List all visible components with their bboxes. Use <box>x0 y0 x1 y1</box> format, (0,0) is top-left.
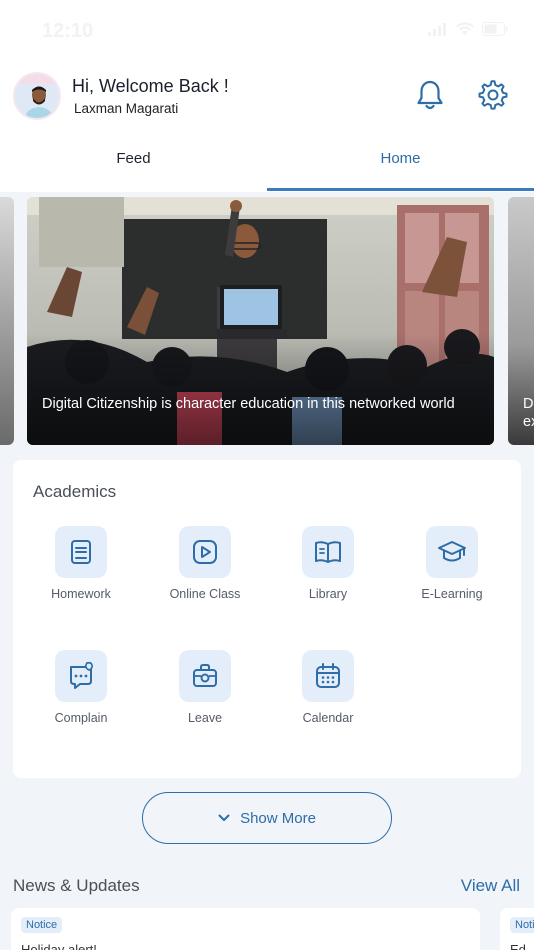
carousel-caption-next: D ex <box>523 396 534 430</box>
academics-item-homework[interactable]: Homework <box>26 526 136 601</box>
academics-item-calendar[interactable]: Calendar <box>273 650 383 725</box>
tab-home[interactable]: Home <box>267 150 534 167</box>
academics-section: Academics Homework Online Class Library … <box>13 460 521 778</box>
notification-bell-button[interactable] <box>415 79 445 111</box>
status-bar: 12:10 <box>0 0 534 60</box>
status-icons <box>428 22 508 36</box>
carousel-slide-previous[interactable] <box>0 197 14 445</box>
chevron-down-icon <box>218 814 230 821</box>
academics-item-label: Leave <box>187 711 223 725</box>
notice-badge: Notice <box>21 917 63 933</box>
academics-item-online-class[interactable]: Online Class <box>150 526 260 601</box>
show-more-button[interactable]: Show More <box>142 792 392 844</box>
academics-item-label: E-Learning <box>421 587 483 601</box>
carousel-slide-current[interactable]: Digital Citizenship is character educati… <box>27 197 494 445</box>
academics-item-label: Homework <box>51 587 111 601</box>
academics-item-label: Online Class <box>169 587 241 601</box>
academics-item-label: Library <box>308 587 348 601</box>
e-learning-icon <box>438 541 466 562</box>
calendar-icon <box>316 663 340 688</box>
active-tab-indicator <box>267 188 534 191</box>
bell-icon <box>417 80 443 110</box>
tab-feed[interactable]: Feed <box>0 150 267 167</box>
news-card-title: Ed <box>510 942 526 950</box>
news-card-title: Holiday alert! <box>21 942 97 950</box>
online-class-icon <box>193 540 217 564</box>
signal-icon <box>428 23 446 36</box>
leave-icon <box>193 664 217 687</box>
carousel-caption: Digital Citizenship is character educati… <box>42 396 455 412</box>
academics-item-leave[interactable]: Leave <box>150 650 260 725</box>
academics-item-library[interactable]: Library <box>273 526 383 601</box>
notice-badge: Noti <box>510 917 534 933</box>
complain-icon <box>70 661 93 689</box>
status-time: 12:10 <box>42 20 94 42</box>
academics-item-e-learning[interactable]: E-Learning <box>397 526 507 601</box>
greeting-text: Hi, Welcome Back ! <box>72 76 229 96</box>
view-all-link[interactable]: View All <box>461 876 520 896</box>
news-section-title: News & Updates <box>13 876 140 895</box>
settings-button[interactable] <box>477 79 509 111</box>
academics-title: Academics <box>33 482 117 501</box>
gear-icon <box>478 80 508 110</box>
academics-item-complain[interactable]: Complain <box>26 650 136 725</box>
academics-item-label: Complain <box>54 711 108 725</box>
library-icon <box>315 541 341 563</box>
banner-carousel[interactable]: Digital Citizenship is character educati… <box>0 197 534 445</box>
wifi-icon <box>456 22 474 35</box>
avatar[interactable] <box>13 72 61 120</box>
carousel-slide-next[interactable]: D ex <box>508 197 534 445</box>
show-more-label: Show More <box>240 809 316 827</box>
news-card-next[interactable]: Noti Ed <box>500 908 534 950</box>
academics-item-label: Calendar <box>302 711 354 725</box>
battery-icon <box>482 22 508 36</box>
username: Laxman Magarati <box>74 101 179 116</box>
homework-icon <box>71 540 91 564</box>
news-card[interactable]: Notice Holiday alert! <box>11 908 480 950</box>
